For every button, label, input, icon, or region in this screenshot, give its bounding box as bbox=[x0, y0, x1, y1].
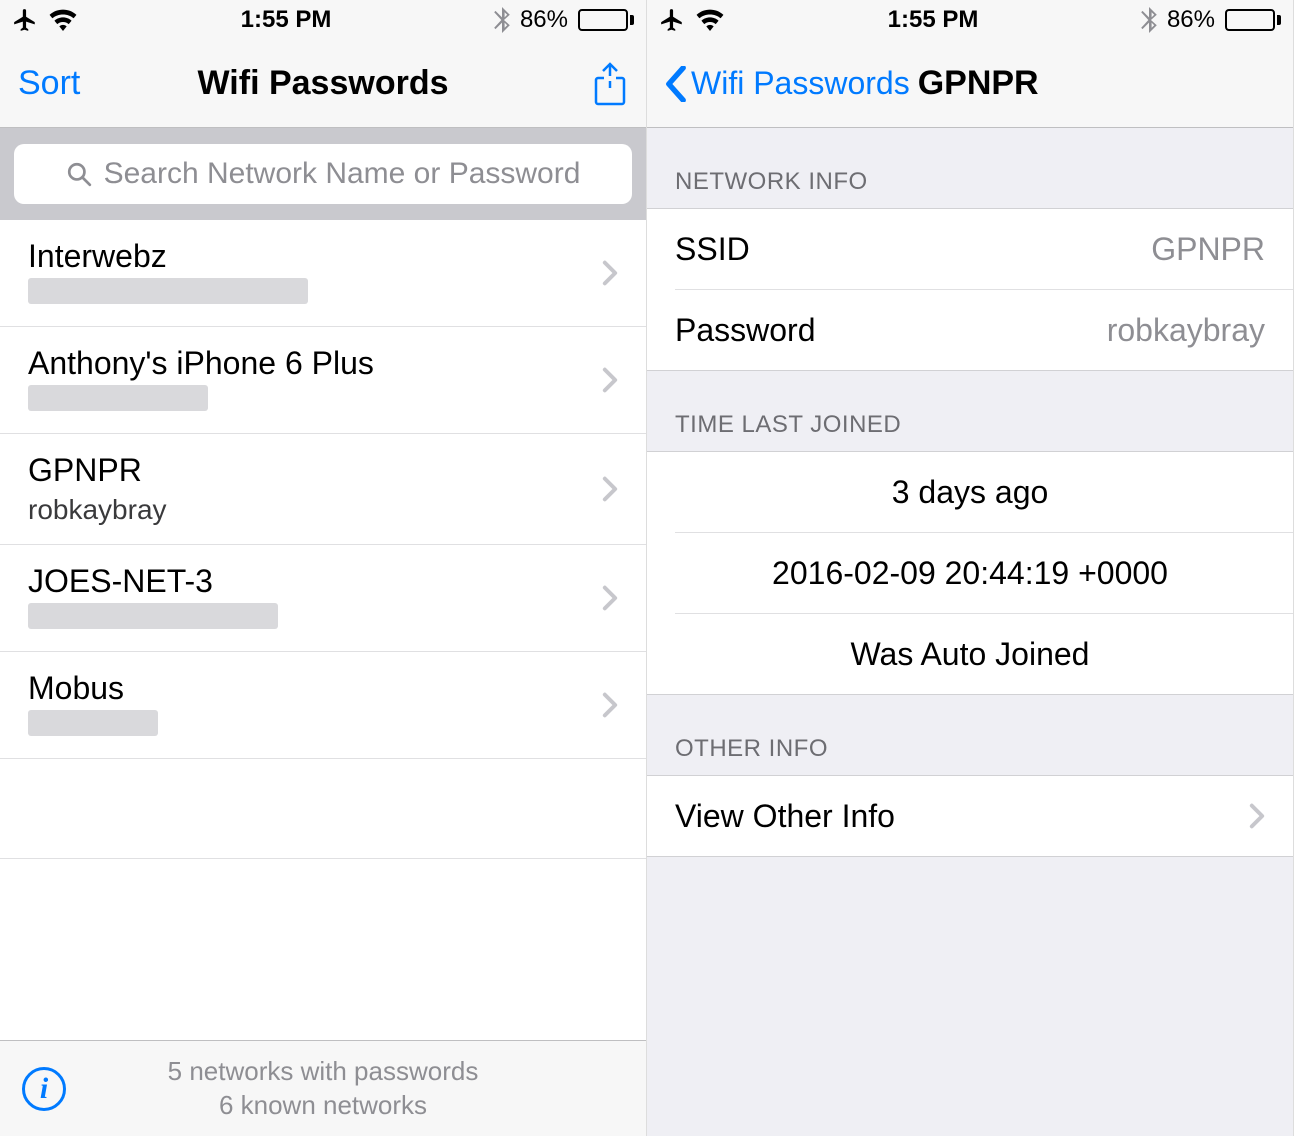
battery-pct: 86% bbox=[520, 6, 568, 34]
cell-password[interactable]: Password robkaybray bbox=[647, 290, 1293, 370]
network-name: Interwebz bbox=[28, 236, 602, 276]
network-password bbox=[28, 278, 308, 304]
status-right: 86% bbox=[494, 6, 634, 34]
status-bar: 1:55 PM 86% bbox=[647, 0, 1293, 40]
network-name: JOES-NET-3 bbox=[28, 561, 602, 601]
footer-line1: 5 networks with passwords bbox=[168, 1055, 479, 1089]
chevron-right-icon bbox=[602, 585, 618, 611]
network-row[interactable]: Interwebz bbox=[0, 220, 646, 327]
section-header-other: OTHER INFO bbox=[647, 695, 1293, 775]
network-row[interactable]: Mobus bbox=[0, 652, 646, 759]
chevron-right-icon bbox=[1249, 803, 1265, 829]
network-row[interactable]: JOES-NET-3 bbox=[0, 545, 646, 652]
cell-time-relative: 3 days ago bbox=[647, 452, 1293, 532]
network-row[interactable]: Anthony's iPhone 6 Plus bbox=[0, 327, 646, 434]
row-text: Mobus bbox=[28, 668, 602, 742]
row-text: JOES-NET-3 bbox=[28, 561, 602, 635]
page-title: GPNPR bbox=[918, 64, 1039, 103]
password-value: robkaybray bbox=[1107, 312, 1265, 349]
section-time: 3 days ago 2016-02-09 20:44:19 +0000 Was… bbox=[647, 451, 1293, 695]
airplane-icon bbox=[12, 7, 38, 33]
airplane-icon bbox=[659, 7, 685, 33]
wifi-icon bbox=[695, 9, 725, 31]
cell-time-absolute: 2016-02-09 20:44:19 +0000 bbox=[647, 533, 1293, 613]
section-header-network: NETWORK INFO bbox=[647, 128, 1293, 208]
empty-row bbox=[0, 759, 646, 859]
ssid-label: SSID bbox=[675, 231, 750, 268]
network-row[interactable]: GPNPRrobkaybray bbox=[0, 434, 646, 545]
nav-bar: Sort Wifi Passwords bbox=[0, 40, 646, 128]
footer-bar: i 5 networks with passwords 6 known netw… bbox=[0, 1040, 646, 1136]
screen-detail: 1:55 PM 86% Wifi Passwords GPNPR NETWORK… bbox=[647, 0, 1294, 1136]
list-fill bbox=[0, 859, 646, 1040]
network-name: GPNPR bbox=[28, 450, 602, 490]
bluetooth-icon bbox=[1141, 7, 1157, 33]
row-text: Interwebz bbox=[28, 236, 602, 310]
section-network-info: SSID GPNPR Password robkaybray bbox=[647, 208, 1293, 371]
info-icon[interactable]: i bbox=[22, 1067, 66, 1111]
chevron-right-icon bbox=[602, 476, 618, 502]
battery-icon bbox=[578, 9, 634, 31]
cell-ssid[interactable]: SSID GPNPR bbox=[647, 209, 1293, 289]
chevron-right-icon bbox=[602, 692, 618, 718]
time-absolute: 2016-02-09 20:44:19 +0000 bbox=[772, 555, 1168, 592]
network-password bbox=[28, 385, 208, 411]
status-time: 1:55 PM bbox=[241, 6, 332, 34]
chevron-right-icon bbox=[602, 367, 618, 393]
password-label: Password bbox=[675, 312, 816, 349]
search-placeholder: Search Network Name or Password bbox=[104, 157, 581, 191]
section-other: View Other Info bbox=[647, 775, 1293, 857]
network-list: Interwebz Anthony's iPhone 6 Plus GPNPRr… bbox=[0, 220, 646, 759]
nav-left: Wifi Passwords GPNPR bbox=[665, 64, 1039, 103]
screen-list: 1:55 PM 86% Sort Wifi Passwords bbox=[0, 0, 647, 1136]
back-label: Wifi Passwords bbox=[691, 65, 910, 102]
time-relative: 3 days ago bbox=[892, 474, 1049, 511]
ssid-value: GPNPR bbox=[1151, 231, 1265, 268]
search-bar: Search Network Name or Password bbox=[0, 128, 646, 220]
footer-text: 5 networks with passwords 6 known networ… bbox=[168, 1055, 479, 1123]
section-header-time: TIME LAST JOINED bbox=[647, 371, 1293, 451]
cell-time-auto: Was Auto Joined bbox=[647, 614, 1293, 694]
network-name: Mobus bbox=[28, 668, 602, 708]
chevron-right-icon bbox=[602, 260, 618, 286]
status-left bbox=[659, 7, 725, 33]
status-bar: 1:55 PM 86% bbox=[0, 0, 646, 40]
network-password bbox=[28, 710, 158, 736]
battery-pct: 86% bbox=[1167, 6, 1215, 34]
time-auto: Was Auto Joined bbox=[851, 636, 1090, 673]
status-left bbox=[12, 7, 78, 33]
other-label: View Other Info bbox=[675, 798, 895, 835]
status-time: 1:55 PM bbox=[888, 6, 979, 34]
row-text: Anthony's iPhone 6 Plus bbox=[28, 343, 602, 417]
wifi-icon bbox=[48, 9, 78, 31]
share-button[interactable] bbox=[592, 62, 628, 106]
bluetooth-icon bbox=[494, 7, 510, 33]
cell-other-info[interactable]: View Other Info bbox=[647, 776, 1293, 856]
page-title: Wifi Passwords bbox=[198, 64, 449, 103]
nav-bar: Wifi Passwords GPNPR bbox=[647, 40, 1293, 128]
search-input[interactable]: Search Network Name or Password bbox=[14, 144, 632, 204]
sort-button[interactable]: Sort bbox=[18, 64, 80, 103]
chevron-left-icon bbox=[665, 66, 687, 102]
row-text: GPNPRrobkaybray bbox=[28, 450, 602, 528]
battery-icon bbox=[1225, 9, 1281, 31]
back-button[interactable]: Wifi Passwords bbox=[665, 65, 910, 102]
search-icon bbox=[66, 161, 92, 187]
footer-line2: 6 known networks bbox=[168, 1089, 479, 1123]
status-right: 86% bbox=[1141, 6, 1281, 34]
network-name: Anthony's iPhone 6 Plus bbox=[28, 343, 602, 383]
network-password bbox=[28, 603, 278, 629]
network-password: robkaybray bbox=[28, 492, 602, 528]
